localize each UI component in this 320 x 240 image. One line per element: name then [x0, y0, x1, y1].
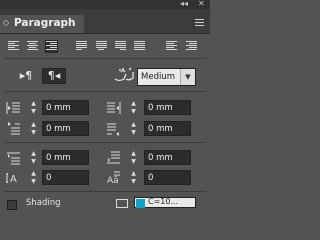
left-indent-field[interactable]: 0 mm	[42, 100, 89, 115]
divider	[4, 91, 206, 92]
panel-menu-icon[interactable]	[195, 19, 204, 26]
chevron-down-icon[interactable]: ▼	[180, 69, 195, 85]
left-indent-icon	[6, 102, 20, 114]
svg-text:A: A	[10, 174, 17, 185]
tab-paragraph[interactable]: ◇ Paragraph	[0, 15, 84, 33]
divider	[4, 191, 206, 192]
align-away-from-spine-button[interactable]	[186, 41, 197, 52]
left-indent-stepper[interactable]: ▲ ▼	[28, 100, 39, 117]
right-to-left-button[interactable]: ¶◂	[42, 68, 66, 84]
window-titlebar: ◂◂ ✕	[0, 0, 210, 9]
drop-cap-lines-icon: A	[6, 173, 17, 185]
space-after-stepper[interactable]: ▲ ▼	[128, 150, 139, 167]
divider	[4, 58, 206, 59]
collapse-icon[interactable]: ◂◂	[180, 0, 188, 8]
drop-cap-chars-stepper[interactable]: ▲ ▼	[128, 170, 139, 187]
shading-label: Shading	[26, 198, 61, 208]
align-left-button[interactable]	[8, 41, 19, 52]
drop-cap-chars-field[interactable]: 0	[144, 170, 191, 185]
space-after-icon	[107, 151, 120, 164]
space-before-icon	[7, 152, 20, 165]
space-after-field[interactable]: 0 mm	[144, 150, 191, 165]
align-towards-spine-button[interactable]	[166, 41, 177, 52]
last-line-indent-icon	[107, 123, 119, 136]
justify-center-button[interactable]	[96, 41, 107, 52]
align-right-button[interactable]	[45, 40, 58, 53]
right-indent-stepper[interactable]: ▲ ▼	[128, 100, 139, 117]
left-to-right-button[interactable]: ▸¶	[16, 69, 36, 83]
first-line-indent-field[interactable]: 0 mm	[42, 121, 89, 136]
svg-text:Aā: Aā	[107, 176, 119, 185]
last-line-indent-field[interactable]: 0 mm	[144, 121, 191, 136]
close-icon[interactable]: ✕	[198, 0, 205, 8]
align-center-button[interactable]	[27, 41, 38, 52]
shading-checkbox[interactable]	[7, 200, 17, 210]
last-line-indent-stepper[interactable]: ▲ ▼	[128, 121, 139, 138]
divider	[4, 142, 206, 143]
arabic-calligraphy-icon	[114, 67, 134, 82]
first-line-indent-icon	[8, 122, 20, 135]
color-chip	[136, 199, 145, 208]
justify-left-button[interactable]	[76, 41, 87, 52]
panel-title: Paragraph	[14, 17, 76, 29]
right-indent-field[interactable]: 0 mm	[144, 100, 191, 115]
panel-header: ◇ Paragraph	[0, 9, 210, 34]
drop-cap-chars-icon: Aā	[107, 171, 120, 185]
right-indent-icon	[107, 102, 121, 114]
tab-expand-icon[interactable]: ◇	[3, 18, 9, 27]
composer-style-select[interactable]: Medium ▼	[137, 68, 196, 86]
space-before-stepper[interactable]: ▲ ▼	[28, 150, 39, 167]
space-before-field[interactable]: 0 mm	[42, 150, 89, 165]
shading-color-select[interactable]: C=10...	[134, 197, 196, 208]
drop-cap-lines-field[interactable]: 0	[42, 170, 89, 185]
first-line-indent-stepper[interactable]: ▲ ▼	[28, 121, 39, 138]
justify-all-button[interactable]	[134, 41, 145, 52]
shading-settings-icon[interactable]	[116, 199, 128, 208]
drop-cap-lines-stepper[interactable]: ▲ ▼	[28, 170, 39, 187]
justify-right-button[interactable]	[115, 41, 126, 52]
